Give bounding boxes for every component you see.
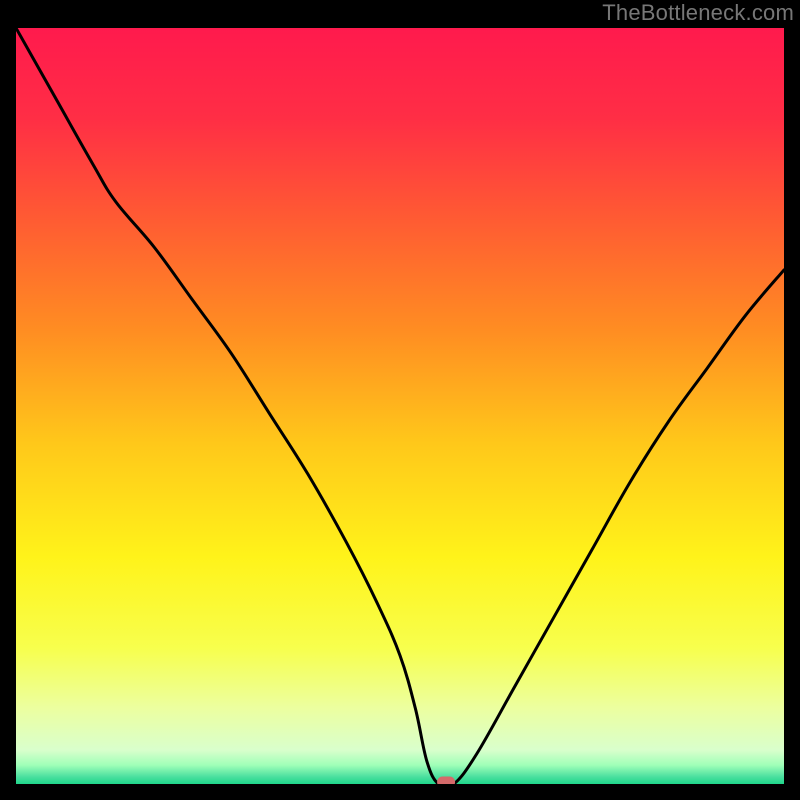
watermark-text: TheBottleneck.com (602, 0, 794, 26)
gradient-background (16, 28, 784, 784)
plot-area (16, 28, 784, 784)
optimal-point-marker (437, 777, 455, 785)
chart-frame: TheBottleneck.com (0, 0, 800, 800)
chart-svg (16, 28, 784, 784)
